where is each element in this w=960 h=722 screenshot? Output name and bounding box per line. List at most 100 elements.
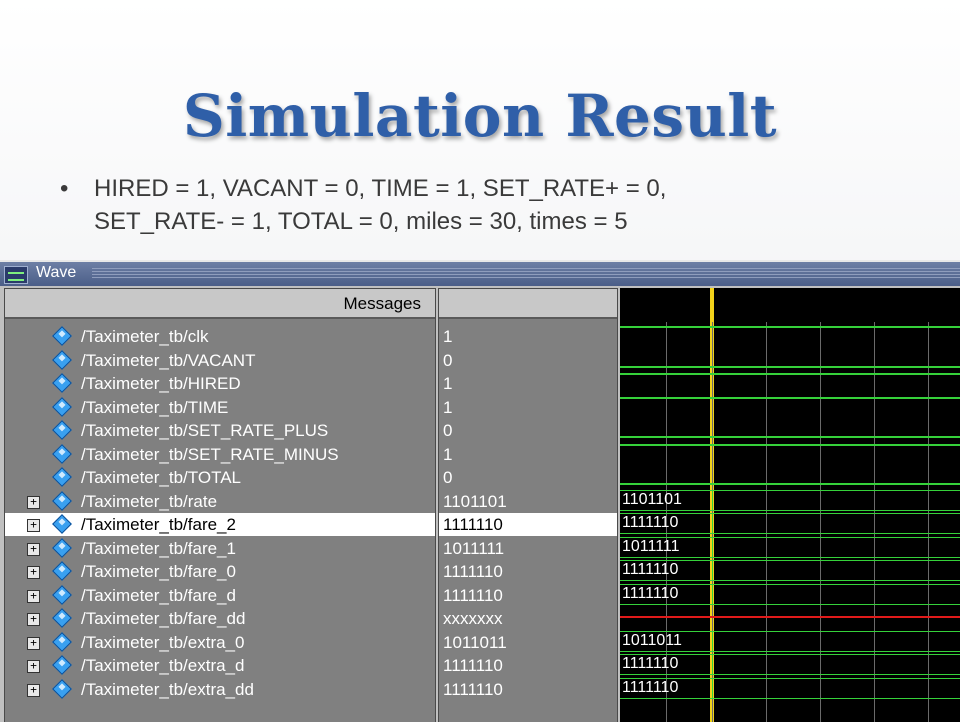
wave-title: Wave [36,264,77,281]
signal-diamond-icon [52,396,72,417]
signal-value-row[interactable]: 1111110 [439,560,617,583]
signal-value: 1111110 [443,585,503,605]
signal-value: 0 [443,468,453,487]
signal-value-row[interactable]: 0 [439,419,617,442]
expand-icon[interactable]: + [27,613,40,626]
expand-icon[interactable]: + [27,589,40,603]
signal-name: /Taximeter_tb/SET_RATE_PLUS [81,421,329,440]
expand-icon[interactable]: + [27,495,40,509]
expand-icon[interactable]: + [27,566,40,579]
signal-name: /Taximeter_tb/fare_2 [81,515,236,534]
signal-diamond-icon [52,420,72,440]
expand-icon[interactable]: + [27,660,40,673]
wave-titlebar[interactable]: Wave [0,262,960,286]
signal-row[interactable]: + /Taximeter_tb/extra_d [5,654,435,677]
signal-value: 0 [443,421,453,440]
bus-segment [712,654,960,675]
bus-segment [712,513,960,534]
signal-row[interactable]: /Taximeter_tb/TIME [5,396,435,419]
signal-diamond-icon [52,655,72,675]
signal-value-row[interactable]: 0 [439,349,617,372]
bus-segment: 1111110 [620,583,712,605]
signal-row[interactable]: /Taximeter_tb/HIRED [5,372,435,395]
unknown-trace [620,616,960,618]
wave-window: Wave Messages /Taximeter_tb/clk/Taximete… [0,260,960,722]
signal-diamond-icon [52,373,72,393]
signal-value-row[interactable]: 1011011 [439,631,617,654]
signal-diamond-icon [52,678,72,699]
signal-value: 1111110 [443,562,503,581]
bus-value-label: 1111110 [622,655,679,672]
bus-segment: 1101101 [620,489,712,511]
expand-icon[interactable]: + [27,636,40,650]
bus-value-label: 1111110 [622,561,679,578]
signal-value-row[interactable]: 1 [439,325,617,348]
signal-values-pane: 1 0 1 1 0 1 0 1101101 1111110 1011111 1111110 11111… [438,288,618,722]
signal-value-row[interactable]: 0 [439,466,617,489]
signal-value: 1111110 [443,679,503,699]
signal-row[interactable]: /Taximeter_tb/clk [5,325,435,348]
bus-value-label: 1011011 [622,631,682,649]
signal-row[interactable]: + /Taximeter_tb/fare_dd [5,607,435,630]
signal-value-row[interactable]: 1111110 [439,584,617,607]
waveform-trace [620,483,960,485]
bullet-line-1: HIRED = 1, VACANT = 0, TIME = 1, SET_RAT… [94,175,667,202]
signal-name: /Taximeter_tb/rate [81,491,218,511]
bullet-dot: • [60,175,69,202]
bus-segment [712,489,960,511]
messages-header: Messages [5,289,435,319]
signal-name: /Taximeter_tb/TIME [81,397,229,417]
signal-name: /Taximeter_tb/SET_RATE_MINUS [81,444,339,464]
expand-icon[interactable]: + [27,519,40,532]
expand-icon[interactable]: + [27,542,40,556]
titlebar-grip[interactable] [92,268,960,280]
waveform-trace [620,443,960,446]
bus-segment [712,560,960,581]
signal-name: /Taximeter_tb/clk [81,327,209,346]
signal-value-row[interactable]: 1111110 [439,654,617,677]
signal-name: /Taximeter_tb/fare_0 [81,562,236,581]
messages-header-label: Messages [343,294,421,313]
signal-value: 1101101 [443,491,507,511]
signal-value-row[interactable]: 1 [439,443,617,466]
bus-segment: 1111110 [620,560,712,581]
signal-name: /Taximeter_tb/HIRED [81,374,241,393]
signal-diamond-icon [52,561,72,581]
signal-value-row[interactable]: 1 [439,396,617,419]
signal-row[interactable]: + /Taximeter_tb/fare_d [5,584,435,607]
signal-row[interactable]: /Taximeter_tb/SET_RATE_MINUS [5,443,435,466]
signal-row[interactable]: /Taximeter_tb/VACANT [5,349,435,372]
signal-row[interactable]: /Taximeter_tb/SET_RATE_PLUS [5,419,435,442]
signal-value: 1111110 [443,515,503,534]
signal-row[interactable]: + /Taximeter_tb/rate [5,490,435,513]
bus-segment: 1111110 [620,513,712,534]
bus-segment: 1111110 [620,654,712,675]
bus-segment [712,630,960,652]
signal-row[interactable]: + /Taximeter_tb/fare_2 [5,513,435,536]
signal-value: 1 [443,327,453,346]
signal-row[interactable]: + /Taximeter_tb/fare_0 [5,560,435,583]
signal-value-row[interactable]: 1111110 [439,678,617,701]
signal-value-row[interactable]: 1011111 [439,537,617,560]
signal-row[interactable]: + /Taximeter_tb/fare_1 [5,537,435,560]
signal-diamond-icon [52,608,72,628]
signal-value-row[interactable]: 1 [439,372,617,395]
bus-value-label: 1111110 [622,584,679,602]
signal-value: 0 [443,350,453,370]
bus-segment: 1011111 [620,536,712,558]
signal-row[interactable]: + /Taximeter_tb/extra_0 [5,631,435,654]
signal-row[interactable]: /Taximeter_tb/TOTAL [5,466,435,489]
signal-row[interactable]: + /Taximeter_tb/extra_dd [5,678,435,701]
signal-diamond-icon [52,490,72,511]
signal-name: /Taximeter_tb/fare_dd [81,609,246,628]
waveform-trace [620,396,960,399]
slide-title: Simulation Result [182,82,778,150]
signal-value-row[interactable]: 1111110 [439,513,617,536]
signal-value-row[interactable]: 1101101 [439,490,617,513]
expand-icon[interactable]: + [27,683,40,697]
signal-name: /Taximeter_tb/extra_0 [81,632,245,652]
signal-diamond-icon [52,443,72,464]
waveform-pane[interactable]: 1101101 1111110 1011111 1111110 1111110 10110… [620,288,960,722]
values-header [439,289,617,319]
signal-value-row[interactable]: xxxxxxx [439,607,617,630]
